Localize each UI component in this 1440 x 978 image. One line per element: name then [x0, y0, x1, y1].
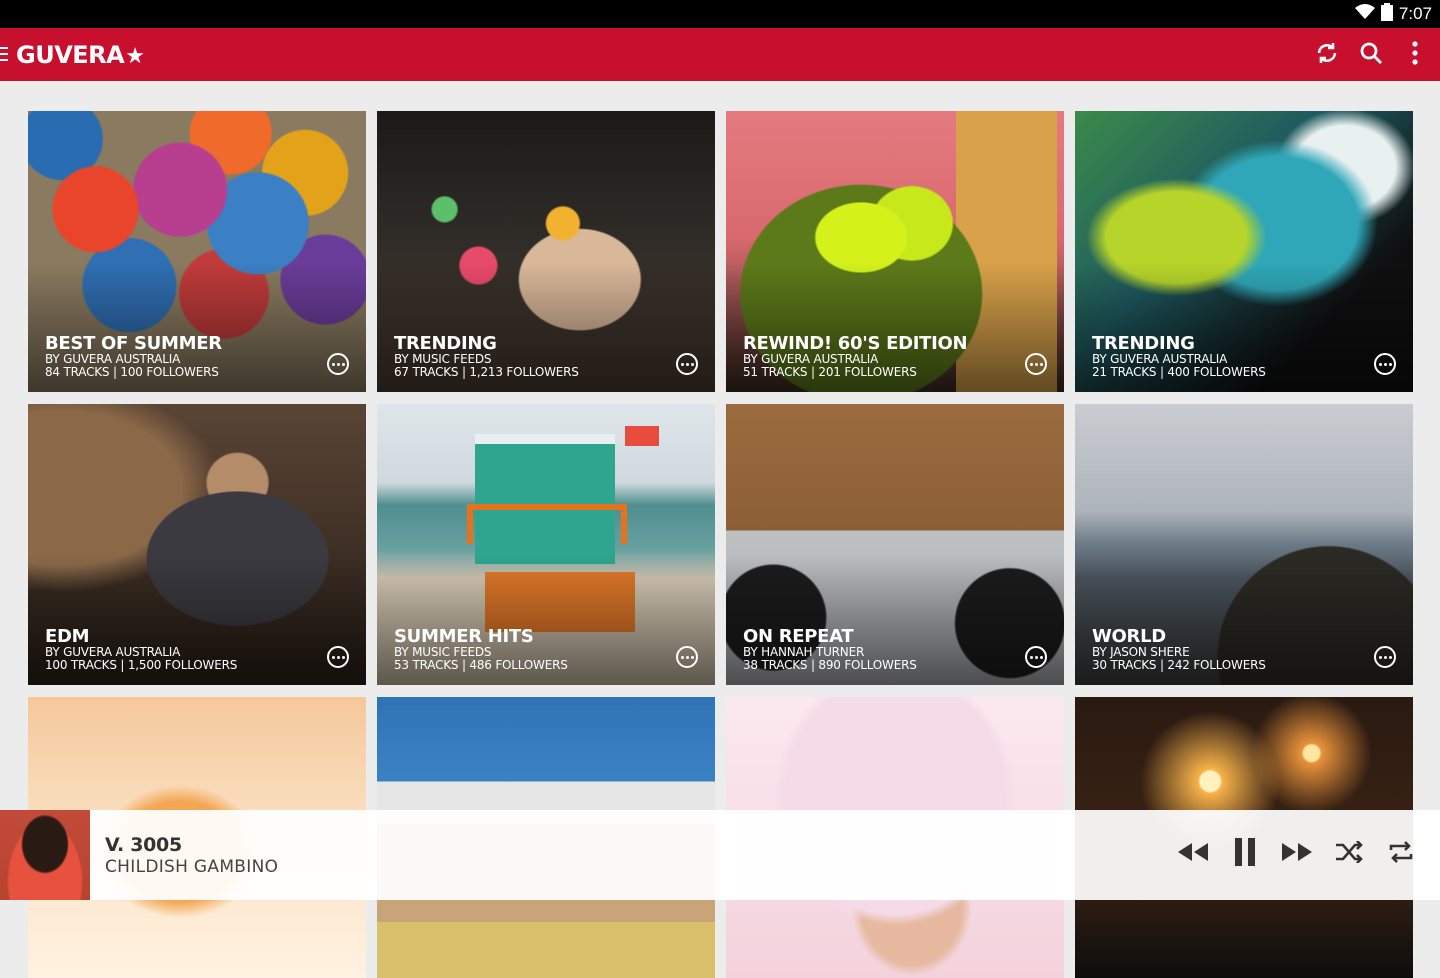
playlist-card[interactable]: WORLD BY JASON SHERE 30 TRACKS | 242 FOL… — [1075, 404, 1413, 685]
playlist-stats: 100 TRACKS | 1,500 FOLLOWERS — [45, 658, 238, 672]
playlist-title: WORLD — [1092, 626, 1166, 647]
shuffle-button[interactable] — [1334, 838, 1364, 870]
overflow-menu-icon — [1411, 40, 1419, 69]
search-button[interactable] — [1358, 42, 1384, 68]
playlist-stats: 21 TRACKS | 400 FOLLOWERS — [1092, 365, 1266, 379]
status-bar: 7:07 — [0, 0, 1440, 28]
more-options-icon[interactable] — [1025, 646, 1047, 668]
fast-forward-icon — [1280, 841, 1314, 867]
logo-star-icon: ★ — [125, 44, 145, 69]
repeat-button[interactable] — [1386, 838, 1416, 870]
shuffle-icon — [1335, 840, 1363, 867]
logo-text: GUVERA — [16, 41, 125, 69]
rewind-icon — [1176, 841, 1210, 867]
playlist-title: REWIND! 60'S EDITION — [743, 333, 968, 354]
playlist-card[interactable]: BEST OF SUMMER BY GUVERA AUSTRALIA 84 TR… — [28, 111, 366, 392]
playlist-card[interactable]: TRENDING BY GUVERA AUSTRALIA 21 TRACKS |… — [1075, 111, 1413, 392]
clock: 7:07 — [1398, 4, 1432, 23]
playlist-stats: 53 TRACKS | 486 FOLLOWERS — [394, 658, 568, 672]
playlist-stats: 67 TRACKS | 1,213 FOLLOWERS — [394, 365, 579, 379]
refresh-button[interactable] — [1314, 42, 1340, 68]
more-options-icon[interactable] — [676, 353, 698, 375]
playlist-title: ON REPEAT — [743, 626, 854, 647]
more-options-icon[interactable] — [676, 646, 698, 668]
playlist-stats: 51 TRACKS | 201 FOLLOWERS — [743, 365, 917, 379]
playlist-card[interactable]: EDM BY GUVERA AUSTRALIA 100 TRACKS | 1,5… — [28, 404, 366, 685]
overflow-menu-button[interactable] — [1402, 40, 1428, 69]
fast-forward-button[interactable] — [1282, 838, 1312, 870]
playlist-stats: 84 TRACKS | 100 FOLLOWERS — [45, 365, 219, 379]
hamburger-menu-icon[interactable] — [0, 45, 10, 63]
playlist-card[interactable]: SUMMER HITS BY MUSIC FEEDS 53 TRACKS | 4… — [377, 404, 715, 685]
song-title: V. 3005 — [105, 834, 182, 856]
pause-button[interactable] — [1230, 838, 1260, 870]
more-options-icon[interactable] — [327, 646, 349, 668]
playlist-stats: 30 TRACKS | 242 FOLLOWERS — [1092, 658, 1266, 672]
playlist-card[interactable]: TRENDING BY MUSIC FEEDS 67 TRACKS | 1,21… — [377, 111, 715, 392]
wifi-icon — [1354, 4, 1375, 24]
now-playing-bar[interactable]: V. 3005 CHILDISH GAMBINO — [0, 810, 1440, 900]
refresh-icon — [1315, 41, 1339, 69]
playlist-card[interactable]: ON REPEAT BY HANNAH TURNER 38 TRACKS | 8… — [726, 404, 1064, 685]
more-options-icon[interactable] — [1374, 353, 1396, 375]
battery-icon — [1380, 3, 1393, 25]
playlist-stats: 38 TRACKS | 890 FOLLOWERS — [743, 658, 917, 672]
app-bar: GUVERA★ — [0, 28, 1440, 81]
more-options-icon[interactable] — [1374, 646, 1396, 668]
more-options-icon[interactable] — [327, 353, 349, 375]
pause-icon — [1234, 838, 1256, 870]
playlist-title: BEST OF SUMMER — [45, 333, 222, 354]
track-info[interactable]: V. 3005 CHILDISH GAMBINO — [105, 833, 278, 877]
playlist-title: SUMMER HITS — [394, 626, 534, 647]
playlist-title: EDM — [45, 626, 90, 647]
rewind-button[interactable] — [1178, 838, 1208, 870]
artist-name: CHILDISH GAMBINO — [105, 857, 279, 877]
more-options-icon[interactable] — [1025, 353, 1047, 375]
repeat-icon — [1387, 841, 1415, 867]
playlist-card[interactable]: REWIND! 60'S EDITION BY GUVERA AUSTRALIA… — [726, 111, 1064, 392]
playlist-title: TRENDING — [1092, 333, 1195, 354]
album-cover[interactable] — [0, 810, 90, 900]
playback-controls — [1178, 838, 1416, 870]
app-logo[interactable]: GUVERA★ — [16, 40, 145, 70]
playlist-title: TRENDING — [394, 333, 497, 354]
search-icon — [1359, 41, 1383, 69]
